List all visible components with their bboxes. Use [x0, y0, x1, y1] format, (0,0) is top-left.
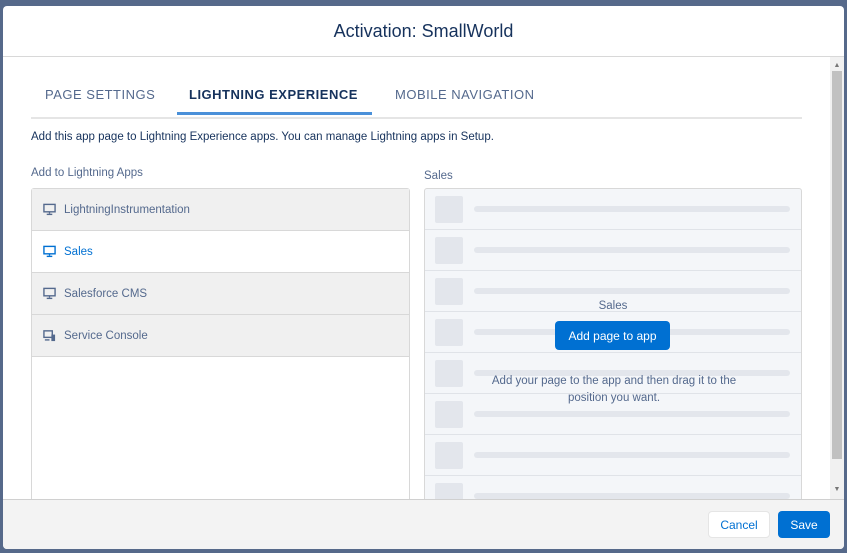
app-item-sales[interactable]: Sales: [32, 231, 409, 273]
app-item-salesforce-cms[interactable]: Salesforce CMS: [32, 273, 409, 315]
modal-body: PAGE SETTINGS LIGHTNING EXPERIENCE MOBIL…: [3, 57, 844, 499]
placeholder-row: [425, 476, 801, 499]
scrollbar-thumb[interactable]: [832, 71, 842, 459]
app-item-service-console[interactable]: Service Console: [32, 315, 409, 357]
app-label: Salesforce CMS: [64, 287, 148, 300]
app-label: Service Console: [64, 329, 148, 342]
app-list: LightningInstrumentation Sales Salesforc…: [31, 188, 410, 499]
activation-modal: Activation: SmallWorld PAGE SETTINGS LIG…: [3, 6, 844, 549]
preview-label: Sales: [424, 170, 453, 182]
save-button[interactable]: Save: [778, 511, 830, 538]
desktop-icon: [43, 287, 56, 300]
scrollbar[interactable]: ▲ ▼: [830, 57, 844, 499]
tab-bar: PAGE SETTINGS LIGHTNING EXPERIENCE MOBIL…: [31, 57, 802, 119]
console-icon: [43, 330, 56, 342]
add-page-to-app-button[interactable]: Add page to app: [555, 321, 670, 350]
app-label: Sales: [64, 245, 93, 258]
preview-help-text: Add your page to the app and then drag i…: [491, 375, 737, 404]
modal-footer: Cancel Save: [3, 499, 844, 549]
modal-title: Activation: SmallWorld: [3, 6, 844, 57]
cancel-button[interactable]: Cancel: [708, 511, 770, 538]
placeholder-row: [425, 189, 801, 230]
placeholder-row: [425, 435, 801, 476]
tab-page-settings[interactable]: PAGE SETTINGS: [45, 87, 155, 102]
description: Add this app page to Lightning Experienc…: [31, 131, 494, 143]
desktop-icon: [43, 203, 56, 216]
app-item-lightninginstrumentation[interactable]: LightningInstrumentation: [32, 189, 409, 231]
desktop-icon: [43, 245, 56, 258]
tab-lightning-experience[interactable]: LIGHTNING EXPERIENCE: [177, 87, 372, 115]
preview-app-name: Sales: [598, 300, 628, 312]
scroll-down-icon[interactable]: ▼: [830, 483, 844, 497]
app-label: LightningInstrumentation: [64, 203, 190, 216]
tab-mobile-navigation[interactable]: MOBILE NAVIGATION: [395, 87, 534, 102]
apps-label: Add to Lightning Apps: [31, 167, 143, 179]
placeholder-row: [425, 230, 801, 271]
